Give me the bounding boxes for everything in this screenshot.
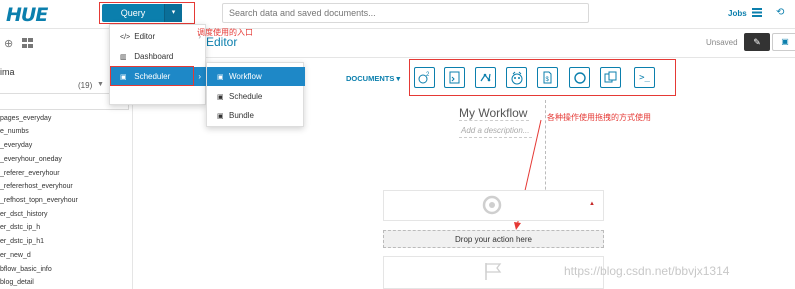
table-list-item[interactable]: pages_everyday <box>0 115 51 122</box>
submenu-item-label: Bundle <box>229 111 254 120</box>
spark-action[interactable] <box>569 67 590 88</box>
annotation-drag-usage: 各种操作使用拖拽的方式使用 <box>547 113 651 122</box>
annotation-highlight-query <box>99 2 195 24</box>
menu-item-editor[interactable]: </> Editor › <box>110 27 207 46</box>
documents-label: DOCUMENTS <box>346 74 395 83</box>
caret-up-icon[interactable]: ▲ <box>589 201 595 207</box>
table-list-item[interactable]: _referer_everyhour <box>0 170 60 177</box>
submenu-item-workflow[interactable]: ▣ Workflow <box>207 67 305 86</box>
table-list-item[interactable]: er_dstc_ip_h1 <box>0 238 44 245</box>
document-action[interactable]: $ <box>537 67 558 88</box>
table-list-item[interactable]: e_numbs <box>0 128 29 135</box>
calendar-icon: ▣ <box>217 113 224 120</box>
annotation-highlight-scheduler <box>110 66 194 86</box>
hive-action[interactable]: 2 <box>414 67 435 88</box>
drop-zone[interactable]: Drop your action here <box>383 230 604 248</box>
table-list-item[interactable]: bflow_basic_info <box>0 266 52 273</box>
divider <box>134 57 795 58</box>
pencil-icon: ✎ <box>753 37 761 47</box>
hive-icon: 2 <box>418 72 430 84</box>
graph-action[interactable] <box>475 67 496 88</box>
submenu-item-schedule[interactable]: ▣ Schedule <box>207 87 305 106</box>
calendar-icon: ▣ <box>217 94 224 101</box>
annotation-scheduler-entry: 调度使用的入口 <box>197 28 253 37</box>
submenu-item-label: Schedule <box>229 92 263 101</box>
table-list-item[interactable]: er_dsct_history <box>0 211 47 218</box>
table-list-item[interactable]: _refhost_topn_everyhour <box>0 197 78 204</box>
menu-item-label: Dashboard <box>134 52 174 61</box>
search-icon[interactable]: ⊕ <box>4 37 13 50</box>
sql-file-action[interactable] <box>444 67 465 88</box>
shell-action[interactable]: >_ <box>634 67 655 88</box>
save-button[interactable]: ▣ <box>772 33 795 51</box>
start-circle-icon <box>482 195 502 215</box>
list-icon[interactable] <box>752 8 762 17</box>
table-count: (19) <box>78 81 93 90</box>
documents-dropdown[interactable]: DOCUMENTS ▾ <box>346 74 400 83</box>
document-icon: $ <box>543 71 552 84</box>
watermark: https://blog.csdn.net/bbvjx1314 <box>564 264 730 278</box>
unsaved-status: Unsaved <box>706 38 738 47</box>
copy-action[interactable] <box>600 67 621 88</box>
menu-item-dashboard[interactable]: ▥ Dashboard <box>110 47 207 66</box>
flag-icon <box>485 263 502 280</box>
graph-icon <box>480 73 491 82</box>
scheduler-submenu: ▣ Workflow ▣ Schedule ▣ Bundle <box>206 62 305 127</box>
calendar-icon: ▣ <box>217 74 224 81</box>
edit-button[interactable]: ✎ <box>744 33 770 51</box>
chevron-right-icon: › <box>198 72 201 81</box>
table-list-item[interactable]: blog_detail <box>0 279 34 286</box>
table-list-item[interactable]: _refererhost_everyhour <box>0 183 73 190</box>
sqoop-icon <box>511 71 522 84</box>
undo-icon[interactable]: ⟲ <box>776 7 784 18</box>
shell-icon: >_ <box>639 72 650 83</box>
filter-icon[interactable]: ▼ <box>97 81 104 88</box>
submenu-item-label: Workflow <box>229 72 262 81</box>
bar-chart-icon: ▥ <box>120 54 127 61</box>
copy-icon <box>604 71 617 83</box>
sql-file-icon <box>449 71 460 84</box>
sqoop-action[interactable] <box>506 67 527 88</box>
search-input[interactable] <box>222 3 589 23</box>
svg-text:2: 2 <box>426 72 430 78</box>
save-icon: ▣ <box>781 37 789 46</box>
svg-text:$: $ <box>546 77 550 83</box>
submenu-item-bundle[interactable]: ▣ Bundle <box>207 106 305 125</box>
query-dropdown-menu: </> Editor › ▥ Dashboard ▣ Scheduler › <box>109 24 207 105</box>
table-list-item[interactable]: _everyday <box>0 142 32 149</box>
code-icon: </> <box>120 34 131 41</box>
grid-icon[interactable] <box>22 38 33 48</box>
table-list-item[interactable]: er_dstc_ip_h <box>0 224 40 231</box>
menu-item-label: Editor <box>134 32 156 41</box>
table-list-item[interactable]: er_new_d <box>0 252 31 259</box>
table-list-item[interactable]: _everyhour_oneday <box>0 156 62 163</box>
jobs-link[interactable]: Jobs <box>728 9 747 18</box>
hue-logo[interactable]: HUE <box>6 4 48 26</box>
spark-icon <box>573 71 586 84</box>
database-name[interactable]: ima <box>0 67 15 77</box>
